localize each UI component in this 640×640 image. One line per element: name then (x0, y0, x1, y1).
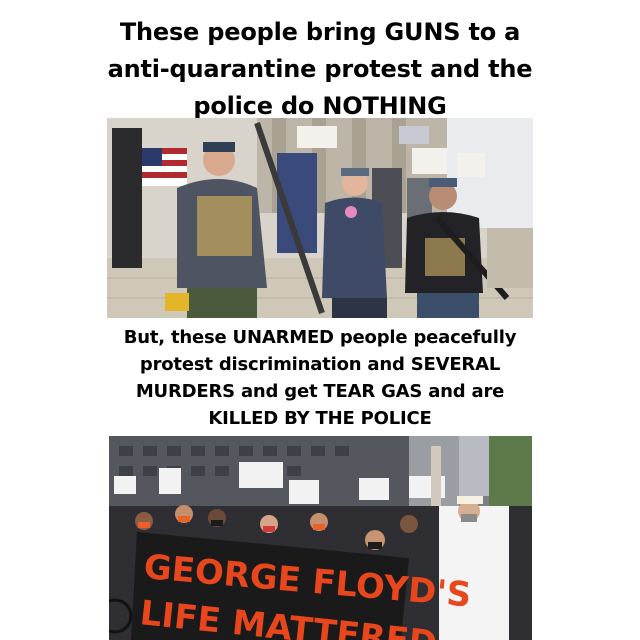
george-floyd-protest-illustration: GEORGE FLOYD'S LIFE MATTERED (109, 436, 532, 640)
top-headline-line-1: These people bring GUNS to a (119, 18, 521, 46)
bottom-headline-line-1: But, these UNARMED people peacefully (123, 327, 517, 348)
george-floyd-protest-photo: GEORGE FLOYD'S LIFE MATTERED (109, 436, 532, 640)
bottom-headline: But, these UNARMED people peacefully pro… (0, 324, 640, 432)
top-headline-line-2: anti-quarantine protest and the (107, 55, 533, 83)
bottom-headline-line-2: protest discrimination and SEVERAL (139, 354, 501, 375)
top-headline: These people bring GUNS to a anti-quaran… (0, 14, 640, 125)
bottom-headline-line-4: KILLED BY THE POLICE (208, 408, 432, 429)
bottom-headline-line-3: MURDERS and get TEAR GAS and are (135, 381, 505, 402)
armed-protest-illustration (107, 118, 533, 318)
armed-protest-photo (107, 118, 533, 318)
